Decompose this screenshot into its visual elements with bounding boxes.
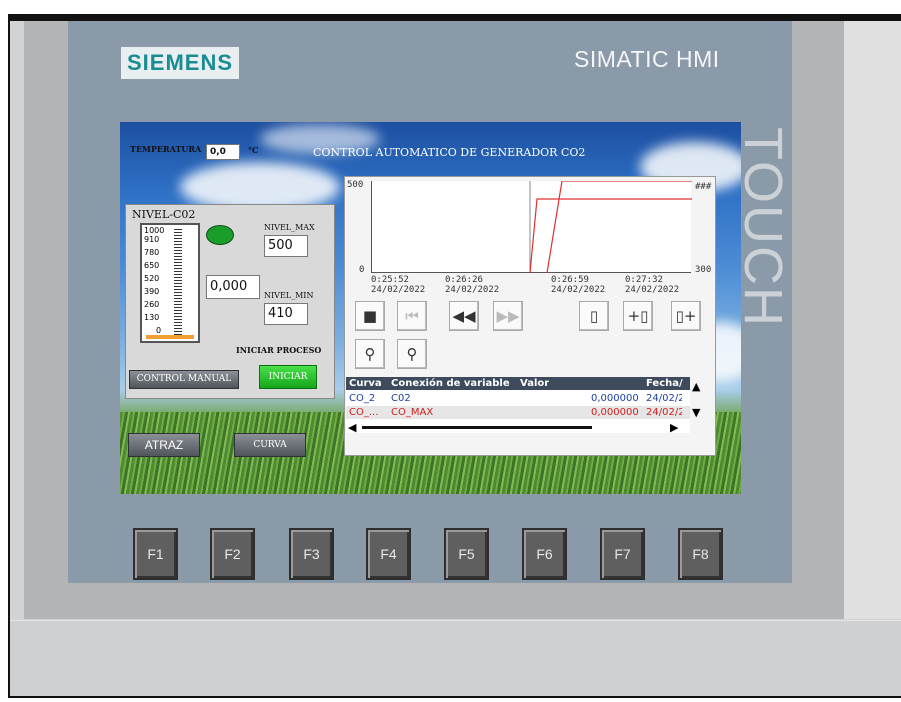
zoom-out-icon: ⚲ [406, 345, 418, 363]
gauge-fill [146, 335, 194, 339]
iniciar-button[interactable]: INICIAR [259, 365, 317, 389]
first-button[interactable]: ⏮ [397, 301, 427, 331]
f2-key[interactable]: F2 [210, 528, 255, 580]
touch-label: TOUCH [733, 127, 793, 329]
skip-back-icon: ⏮ [405, 307, 419, 325]
nivel-max-label: NIVEL_MAX [264, 223, 315, 232]
row1-valor: 0,000000 [591, 393, 639, 404]
stop-button[interactable]: ■ [355, 301, 385, 331]
x-tick-date: 24/02/2022 [445, 285, 500, 295]
zoom-in-icon: ⚲ [364, 345, 376, 363]
f7-key[interactable]: F7 [600, 528, 645, 580]
scale-label: 390 [144, 287, 160, 296]
status-indicator-lamp [206, 225, 234, 245]
hmi-screen: TEMPERATURA 0,0 °C CONTROL AUTOMATICO DE… [120, 122, 741, 494]
row1-fecha: 24/02/2 [646, 393, 682, 404]
zoom-out-button[interactable]: ⚲ [397, 339, 427, 369]
forward-button[interactable]: ▶▶ [493, 301, 523, 331]
col-valor: Valor [520, 378, 550, 389]
f8-key[interactable]: F8 [678, 528, 723, 580]
curva-button[interactable]: CURVA [234, 433, 306, 457]
scale-label: 1000 [144, 226, 165, 235]
x-tick-time: 0:26:26 [445, 275, 483, 285]
f6-key[interactable]: F6 [522, 528, 567, 580]
horizontal-scrollbar[interactable] [362, 426, 592, 429]
trend-table: Curva Conexión de variable Valor Fecha/ … [346, 377, 700, 434]
scale-label: 910 [144, 235, 160, 244]
trend-view: 500 0 ### 300 0:25:52 24/02/2022 0:26:26… [344, 176, 716, 456]
x-tick-time: 0:27:32 [625, 275, 663, 285]
f1-key[interactable]: F1 [133, 528, 178, 580]
temperatura-field[interactable]: 0,0 [206, 144, 240, 160]
rewind-icon: ◀◀ [452, 307, 476, 325]
row1-curva[interactable]: CO_2 [349, 392, 375, 405]
x-tick-date: 24/02/2022 [371, 285, 426, 295]
x-tick-date: 24/02/2022 [551, 285, 606, 295]
nivel-panel: NIVEL-C02 1000 910 780 650 520 390 260 1… [125, 204, 335, 399]
forward-icon: ▶▶ [496, 307, 520, 325]
hmi-photo: SIEMENS SIMATIC HMI TOUCH TEMPERATURA 0,… [0, 0, 901, 702]
row2-fecha: 24/02/2 [646, 407, 682, 418]
scale-label: 780 [144, 248, 160, 257]
col-curva: Curva [349, 378, 382, 389]
f4-key[interactable]: F4 [366, 528, 411, 580]
level-bar-gauge: 1000 910 780 650 520 390 260 130 0 [140, 223, 200, 343]
iniciar-proceso-label: INICIAR PROCESO [236, 345, 322, 355]
zoom-in-button[interactable]: ⚲ [355, 339, 385, 369]
row2-valor: 0,000000 [591, 407, 639, 418]
bottom-band [10, 620, 901, 696]
gauge-ticks [174, 229, 182, 335]
nivel-title: NIVEL-C02 [132, 208, 196, 221]
y-left-bottom-label: 0 [359, 265, 365, 275]
scroll-right-icon[interactable]: ▶ [670, 421, 678, 434]
nivel-min-field[interactable]: 410 [264, 303, 308, 325]
y-right-bottom-label: 300 [695, 265, 712, 275]
scroll-left-icon[interactable]: ◀ [348, 421, 356, 434]
temperatura-unit: °C [248, 145, 259, 155]
screen-title: CONTROL AUTOMATICO DE GENERADOR CO2 [313, 146, 586, 159]
right-strip [844, 21, 901, 619]
table-header: Curva Conexión de variable Valor Fecha/ [346, 377, 690, 390]
col-conexion: Conexión de variable [391, 378, 510, 389]
trend-plot-area [371, 180, 692, 274]
row1-conexion: C02 [391, 393, 411, 404]
scroll-up-icon[interactable]: ▲ [692, 380, 700, 393]
row2-curva[interactable]: CO_... [349, 406, 378, 419]
level-value-field[interactable]: 0,000 [206, 275, 260, 299]
siemens-logo: SIEMENS [121, 47, 239, 79]
ruler-back-icon: +▯ [627, 307, 649, 325]
trend-lines [529, 180, 692, 274]
ruler-forward-icon: ▯+ [675, 307, 697, 325]
scale-label: 650 [144, 261, 160, 270]
f3-key[interactable]: F3 [289, 528, 334, 580]
x-tick-time: 0:26:59 [551, 275, 589, 285]
scroll-down-icon[interactable]: ▼ [692, 406, 700, 419]
atraz-button[interactable]: ATRAZ [128, 433, 200, 457]
nivel-max-field[interactable]: 500 [264, 235, 308, 257]
scale-label: 260 [144, 300, 160, 309]
col-fecha: Fecha/ [646, 378, 683, 389]
scale-label: 130 [144, 313, 160, 322]
ruler-forward-button[interactable]: ▯+ [671, 301, 701, 331]
ruler-icon: ▯ [589, 307, 599, 325]
scale-label: 520 [144, 274, 160, 283]
nivel-min-label: NIVEL_MIN [264, 291, 314, 300]
x-tick-time: 0:25:52 [371, 275, 409, 285]
rewind-button[interactable]: ◀◀ [449, 301, 479, 331]
temperatura-label: TEMPERATURA [130, 144, 202, 154]
x-tick-date: 24/02/2022 [625, 285, 680, 295]
ruler-button[interactable]: ▯ [579, 301, 609, 331]
f5-key[interactable]: F5 [444, 528, 489, 580]
stop-icon: ■ [362, 307, 378, 325]
control-manual-button[interactable]: CONTROL MANUAL [129, 370, 239, 389]
ruler-back-button[interactable]: +▯ [623, 301, 653, 331]
row2-conexion: CO_MAX [391, 407, 434, 418]
model-label: SIMATIC HMI [574, 46, 720, 72]
y-left-top-label: 500 [347, 180, 364, 190]
scale-label: 0 [156, 326, 162, 335]
y-right-top-label: ### [695, 182, 712, 192]
